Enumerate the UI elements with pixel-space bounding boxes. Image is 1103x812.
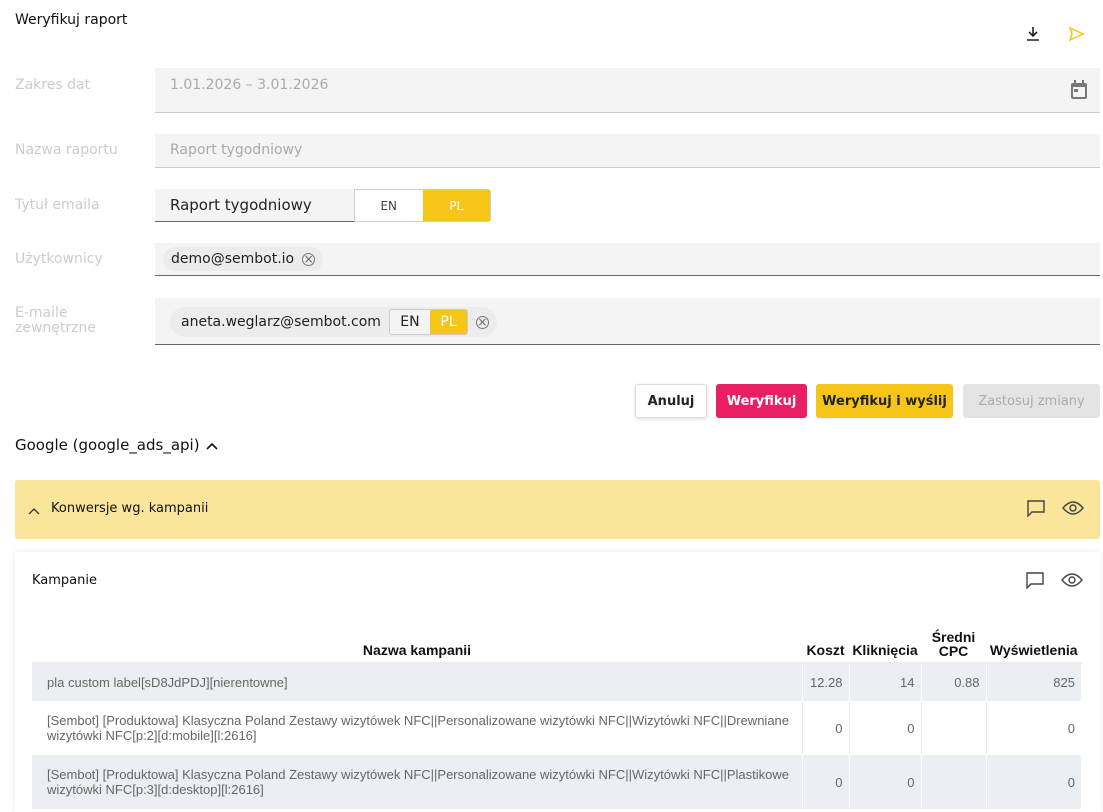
chevron-up-icon[interactable] — [28, 500, 40, 519]
panel-header[interactable]: Konwersje wg. kampanii — [15, 480, 1100, 539]
lang-pl-button[interactable]: PL — [422, 190, 490, 221]
cell-impressions: 825 — [986, 663, 1082, 701]
campaigns-card: Kampanie Nazwa kampanii Koszt Kliknięcia… — [15, 552, 1100, 812]
users-label: Użytkownicy — [15, 251, 103, 267]
table-row[interactable]: [Sembot] [Produktowa] Klasyczna Poland Z… — [32, 701, 1082, 755]
cell-avg-cpc: 0.88 — [921, 663, 987, 701]
cell-impressions: 0 — [986, 701, 1082, 755]
cell-avg-cpc — [921, 701, 987, 755]
report-name-label: Nazwa raportu — [15, 142, 118, 158]
col-header-campaign[interactable]: Nazwa kampanii — [32, 626, 802, 663]
cell-avg-cpc — [921, 755, 987, 809]
date-range-label: Zakres dat — [15, 77, 91, 93]
lang-en-button[interactable]: EN — [389, 310, 430, 334]
cell-clicks: 0 — [849, 755, 922, 809]
verify-send-button[interactable]: Weryfikuj i wyślij — [816, 384, 953, 418]
date-range-field[interactable]: 1.01.2026 – 3.01.2026 — [155, 68, 1100, 113]
email-title-input[interactable]: Raport tygodniowy — [155, 189, 354, 222]
remove-chip-icon[interactable]: × — [302, 252, 316, 266]
lang-en-button[interactable]: EN — [355, 190, 423, 221]
campaigns-table: Nazwa kampanii Koszt Kliknięcia Średni C… — [32, 626, 1082, 809]
panel-title: Konwersje wg. kampanii — [51, 501, 209, 516]
external-emails-field[interactable]: aneta.weglarz@sembot.com EN PL × — [155, 298, 1100, 345]
section-title: Google (google_ads_api) — [15, 436, 200, 454]
cell-campaign: [Sembot] [Produktowa] Klasyczna Poland Z… — [32, 755, 803, 809]
email-title-value: Raport tygodniowy — [170, 196, 312, 214]
external-email-chip: aneta.weglarz@sembot.com EN PL × — [170, 307, 497, 337]
card-title: Kampanie — [32, 573, 97, 588]
email-title-label: Tytuł emaila — [15, 197, 100, 213]
cell-cost: 0 — [802, 701, 850, 755]
comment-icon[interactable] — [1026, 499, 1046, 521]
chevron-up-icon — [206, 436, 218, 454]
send-icon[interactable] — [1066, 24, 1086, 44]
download-icon[interactable] — [1023, 24, 1043, 44]
cell-campaign: pla custom label[sD8JdPDJ][nierentowne] — [32, 663, 803, 701]
col-header-cost[interactable]: Koszt — [802, 626, 849, 663]
report-name-input[interactable]: Raport tygodniowy — [155, 134, 1100, 168]
section-toggle[interactable]: Google (google_ads_api) — [15, 436, 218, 454]
cell-clicks: 14 — [849, 663, 922, 701]
cell-impressions: 0 — [986, 755, 1082, 809]
cell-cost: 0 — [802, 755, 850, 809]
cell-clicks: 0 — [849, 701, 922, 755]
col-header-avg-cpc[interactable]: Średni CPC — [921, 626, 986, 663]
page-title: Weryfikuj raport — [15, 12, 128, 28]
table-row[interactable]: pla custom label[sD8JdPDJ][nierentowne] … — [32, 663, 1082, 701]
cell-cost: 12.28 — [802, 663, 850, 701]
apply-changes-button[interactable]: Zastosuj zmiany — [963, 384, 1100, 418]
remove-chip-icon[interactable]: × — [475, 315, 489, 329]
col-header-clicks[interactable]: Kliknięcia — [849, 626, 921, 663]
lang-pl-button[interactable]: PL — [429, 310, 467, 334]
calendar-icon[interactable] — [1070, 80, 1088, 100]
eye-icon[interactable] — [1061, 572, 1083, 592]
table-row[interactable]: [Sembot] [Produktowa] Klasyczna Poland Z… — [32, 755, 1082, 809]
cell-campaign: [Sembot] [Produktowa] Klasyczna Poland Z… — [32, 701, 803, 755]
user-chip-label: demo@sembot.io — [171, 251, 295, 267]
external-email-chip-label: aneta.weglarz@sembot.com — [181, 314, 381, 330]
external-lang-toggle: EN PL — [388, 309, 468, 335]
comment-icon[interactable] — [1025, 571, 1045, 593]
email-title-lang-toggle: EN PL — [354, 189, 491, 222]
cancel-button[interactable]: Anuluj — [635, 384, 707, 418]
eye-icon[interactable] — [1062, 500, 1084, 520]
report-name-value: Raport tygodniowy — [170, 142, 303, 158]
user-chip: demo@sembot.io × — [163, 247, 324, 271]
verify-button[interactable]: Weryfikuj — [716, 384, 807, 418]
external-emails-label: E-maile zewnętrzne — [15, 305, 96, 336]
col-header-impressions[interactable]: Wyświetlenia — [986, 626, 1082, 663]
users-field[interactable]: demo@sembot.io × — [155, 243, 1100, 276]
date-range-value: 1.01.2026 – 3.01.2026 — [170, 77, 329, 93]
